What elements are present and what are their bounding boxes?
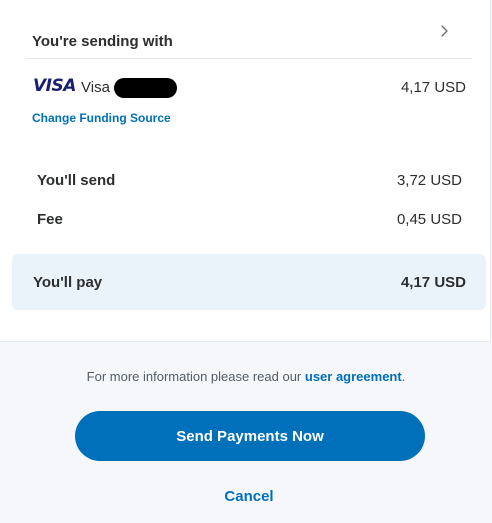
fee-label: Fee — [37, 211, 63, 228]
redacted-card-number — [114, 78, 177, 98]
fee-amount: 0,45 USD — [396, 211, 462, 228]
send-payments-now-button[interactable]: Send Payments Now — [75, 411, 425, 461]
user-agreement-link[interactable]: user agreement — [305, 369, 402, 384]
payment-summary-card: You're sending with VISA Visa 4,17 USD C… — [0, 0, 491, 342]
cancel-link[interactable]: Cancel — [0, 488, 492, 505]
card-name: Visa — [81, 79, 110, 96]
pay-amount: 4,17 USD — [400, 274, 466, 291]
pay-label: You'll pay — [33, 274, 103, 291]
sending-with-header[interactable]: You're sending with — [32, 33, 173, 50]
funding-source-row: VISA Visa 4,17 USD — [32, 74, 466, 100]
send-label: You'll send — [37, 172, 116, 189]
chevron-right-icon[interactable] — [437, 23, 451, 39]
change-funding-source-link[interactable]: Change Funding Source — [32, 111, 171, 125]
user-agreement-notice: For more information please read our use… — [0, 369, 492, 384]
visa-logo: VISA — [33, 76, 76, 96]
send-amount: 3,72 USD — [396, 172, 462, 189]
you-will-pay-box: You'll pay 4,17 USD — [12, 254, 486, 310]
info-text-prefix: For more information please read our — [86, 369, 305, 384]
header-divider — [26, 58, 472, 59]
info-text-suffix: . — [401, 369, 406, 384]
funding-amount: 4,17 USD — [400, 79, 466, 96]
